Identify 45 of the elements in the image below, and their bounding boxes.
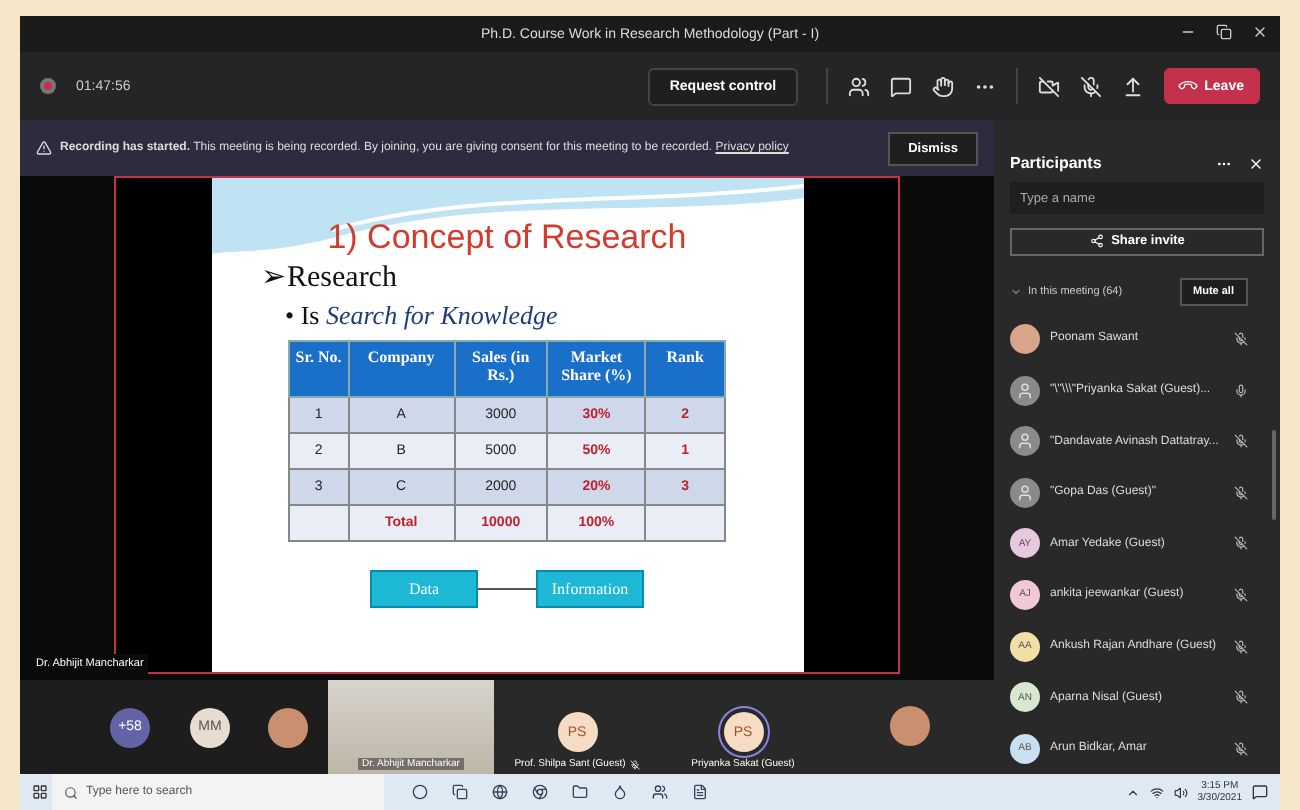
restore-icon[interactable] (1216, 24, 1232, 40)
slide-title: 1) Concept of Research (327, 218, 687, 258)
globe-icon[interactable] (492, 784, 508, 800)
table-header: Rank (645, 341, 725, 397)
network-icon[interactable] (1149, 785, 1164, 799)
table-header: Sr. No. (289, 341, 349, 397)
task-view-icon[interactable] (452, 784, 468, 800)
search-icon (64, 785, 78, 799)
people-icon[interactable] (652, 784, 668, 800)
droplet-icon[interactable] (612, 784, 628, 800)
recording-dot-icon (40, 78, 56, 94)
start-icon[interactable] (32, 784, 48, 800)
avatar-photo-placeholder (890, 705, 930, 745)
table-header: Market Share (%) (547, 341, 646, 397)
circle-icon[interactable] (412, 784, 428, 800)
chevron-down-icon[interactable] (1010, 285, 1022, 298)
slide-bullet: • Is Search for Knowledge (285, 300, 558, 332)
slide-heading: ➢Research (261, 260, 397, 296)
diagram-node: Information (536, 570, 644, 608)
close-icon[interactable] (1252, 24, 1268, 40)
camera-off-icon[interactable] (1038, 75, 1061, 97)
avatar-photo-placeholder (1010, 323, 1040, 354)
user-avatar-icon (1010, 375, 1040, 406)
close-icon[interactable] (1248, 155, 1264, 172)
table-header: Sales (in Rs.) (454, 341, 548, 397)
folder-icon[interactable] (572, 784, 588, 800)
user-avatar-icon (1010, 426, 1040, 457)
phone-icon (1180, 78, 1197, 94)
volume-icon[interactable] (1173, 785, 1188, 799)
warning-icon (36, 140, 52, 156)
notification-icon[interactable] (1252, 784, 1268, 800)
panel-title: Participants (1010, 154, 1102, 173)
table-header: Company (348, 341, 455, 397)
share-icon (1089, 234, 1104, 249)
chat-icon[interactable] (890, 75, 913, 97)
share-screen-icon[interactable] (1122, 75, 1145, 97)
mic-off-icon[interactable] (1080, 75, 1103, 97)
hand-icon[interactable] (932, 75, 955, 97)
user-avatar-icon (1010, 477, 1040, 508)
diagram-node: Data (370, 570, 478, 608)
participants-icon[interactable] (848, 75, 871, 97)
chrome-icon[interactable] (532, 784, 548, 800)
document-icon[interactable] (692, 784, 708, 800)
avatar-photo-placeholder (268, 707, 308, 747)
chevron-up-icon[interactable] (1125, 785, 1140, 799)
